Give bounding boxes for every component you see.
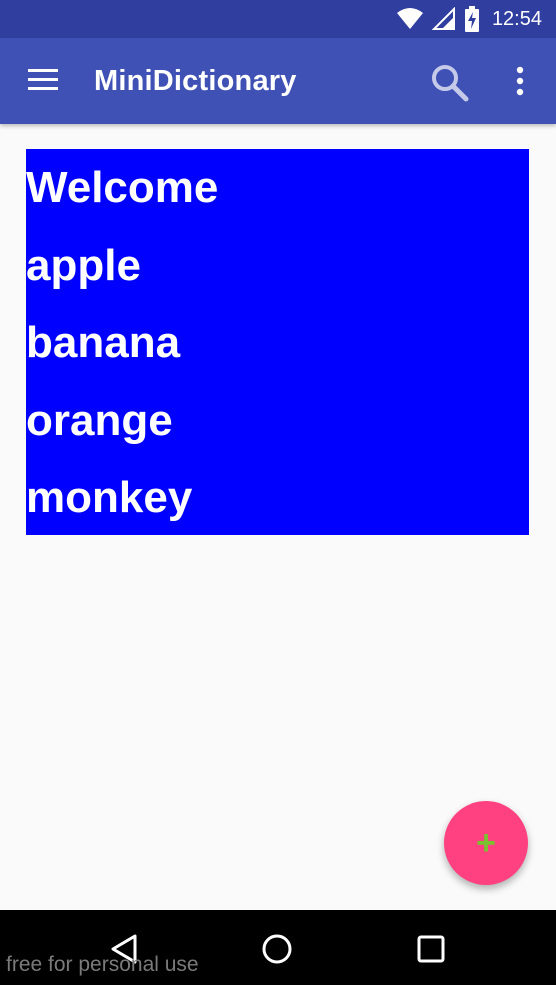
- list-item[interactable]: orange: [26, 382, 529, 460]
- list-item[interactable]: Welcome: [26, 149, 529, 227]
- list-item[interactable]: monkey: [26, 459, 529, 537]
- overflow-menu-icon[interactable]: [508, 64, 532, 100]
- status-bar: 12:54: [0, 0, 556, 38]
- watermark: free for personal use: [6, 953, 199, 976]
- wifi-icon: [396, 8, 423, 29]
- hamburger-menu-icon[interactable]: [28, 68, 60, 94]
- recents-icon[interactable]: [414, 932, 448, 966]
- cell-signal-icon: [431, 7, 455, 30]
- word-list: Welcome apple banana orange monkey: [26, 149, 529, 535]
- battery-charging-icon: [464, 6, 479, 32]
- app-bar: MiniDictionary: [0, 38, 556, 124]
- app-title: MiniDictionary: [94, 65, 297, 97]
- plus-icon: +: [476, 824, 496, 862]
- status-time: 12:54: [491, 7, 542, 30]
- list-item[interactable]: apple: [26, 227, 529, 305]
- add-word-button[interactable]: +: [444, 801, 528, 885]
- list-item[interactable]: banana: [26, 304, 529, 382]
- search-icon[interactable]: [428, 61, 470, 103]
- status-icons: 12:54: [396, 5, 542, 33]
- home-icon[interactable]: [260, 932, 294, 966]
